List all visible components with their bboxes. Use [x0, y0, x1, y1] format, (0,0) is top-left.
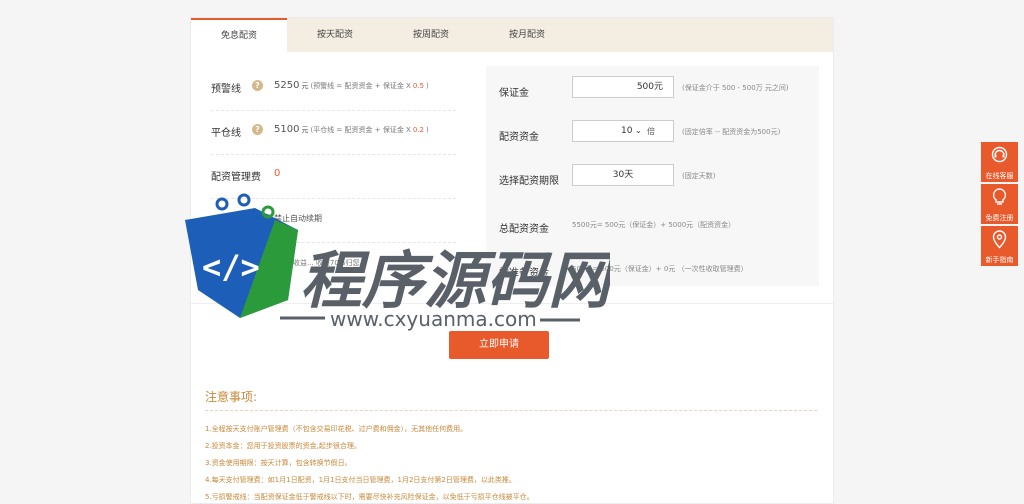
chevron-down-icon: ⌄ — [635, 126, 642, 135]
lightbulb-icon — [992, 188, 1007, 205]
tab-bar: 免息配资 按天配资 按周配资 按月配资 — [191, 18, 833, 52]
auto-renew-row: 禁止自动续期 — [211, 198, 456, 243]
period-row: 选择配资期限 30天 (固定天数) — [496, 164, 816, 194]
profit-note: 中保收益... 收益70%归您。 — [279, 259, 367, 267]
multiple-select[interactable]: 10 ⌄ — [572, 120, 674, 142]
management-fee-value: 0 — [274, 168, 281, 179]
closeout-formula-close: ) — [425, 126, 429, 134]
free-register-button[interactable]: 免费注册 — [981, 184, 1018, 224]
online-service-button[interactable]: 在线客服 — [981, 142, 1018, 182]
note-item: 5.亏损警戒线：当配资保证金低于警戒线以下时，需要尽快补充风险保证金，以免低于亏… — [205, 493, 534, 501]
closeout-line-label: 平仓线 — [211, 128, 241, 139]
warning-line-value: 5250 元 (预警线 = 配资资金 + 保证金 X 0.5) — [274, 80, 429, 91]
multiple-value: 10 — [621, 126, 633, 136]
period-hint: (固定天数) — [682, 172, 716, 180]
margin-hint: (保证金介于 500 - 500万 元之间) — [682, 84, 789, 92]
required-funds-calc: 500元= 500元（保证金）+ 0元 （一次性收取管理费） — [572, 265, 748, 273]
financing-panel: 免息配资 按天配资 按周配资 按月配资 预警线 ? 5250 元 (预警线 = 配资… — [190, 17, 834, 504]
closeout-formula: (平仓线 = 配资资金 + 保证金 X — [310, 126, 411, 134]
tab-weekly[interactable]: 按周配资 — [383, 18, 479, 52]
calculator-panel: 保证金 500元 (保证金介于 500 - 500万 元之间) 配资资金 10 … — [486, 66, 819, 286]
multiple-unit: 倍 — [647, 127, 655, 136]
multiple-label: 配资资金 — [499, 132, 539, 143]
required-funds-row: 需准备资金 500元= 500元（保证金）+ 0元 （一次性收取管理费） — [496, 256, 816, 286]
note-item: 2.投资本金：您用于投资股票的资金,起步很合理。 — [205, 442, 361, 450]
free-register-label: 免费注册 — [985, 214, 1014, 222]
help-icon[interactable]: ? — [252, 124, 263, 135]
notes-title: 注意事项: — [205, 390, 258, 404]
closeout-unit: 元 — [301, 126, 309, 134]
margin-row: 保证金 500元 (保证金介于 500 - 500万 元之间) — [496, 76, 816, 106]
period-input[interactable]: 30天 — [572, 164, 674, 186]
warning-unit: 元 — [301, 82, 309, 90]
total-capital-row: 总配资资金 5500元= 500元（保证金）+ 5000元（配资资金） — [496, 212, 816, 242]
total-capital-label: 总配资资金 — [499, 224, 549, 235]
warning-formula-close: ) — [425, 82, 429, 90]
beginner-guide-button[interactable]: 新手指南 — [981, 226, 1018, 266]
auto-renew-label: 禁止自动续期 — [274, 214, 322, 223]
section-divider — [191, 303, 833, 304]
management-fee-label: 配资管理费 — [211, 172, 261, 183]
warning-ratio: 0.5 — [412, 82, 424, 90]
margin-input[interactable]: 500元 — [572, 76, 674, 98]
note-item: 1.全程按天支付账户管理费（不包含交易印花税、过户费和佣金），无其他任何费用。 — [205, 425, 468, 433]
notes-divider — [205, 410, 817, 411]
multiple-row: 配资资金 10 ⌄ 倍 (固定倍率 -- 配资资金为500元) — [496, 120, 816, 150]
warning-formula: (预警线 = 配资资金 + 保证金 X — [310, 82, 411, 90]
total-capital-calc: 5500元= 500元（保证金）+ 5000元（配资资金） — [572, 221, 736, 229]
closeout-amount: 5100 — [274, 124, 300, 135]
beginner-guide-label: 新手指南 — [985, 256, 1014, 264]
apply-button[interactable]: 立即申请 — [449, 331, 549, 359]
note-item: 4.每天支付管理费：如1月1日配资，1月1日支付当日管理费，1月2日支付第2日管… — [205, 476, 516, 484]
management-fee-row: 配资管理费 0 — [211, 154, 456, 199]
closeout-ratio: 0.2 — [412, 126, 424, 134]
note-item: 3.资金使用期限：按天计算，包含转换节假日。 — [205, 459, 352, 467]
period-label: 选择配资期限 — [499, 176, 559, 187]
online-service-label: 在线客服 — [985, 172, 1014, 180]
tab-daily[interactable]: 按天配资 — [287, 18, 383, 52]
help-icon[interactable]: ? — [252, 80, 263, 91]
warning-amount: 5250 — [274, 80, 300, 91]
tab-interest-free[interactable]: 免息配资 — [191, 18, 287, 52]
location-pin-icon — [992, 230, 1007, 249]
profit-note-row: 中保收益... 收益70%归您。 — [211, 242, 456, 286]
warning-line-label: 预警线 — [211, 84, 241, 95]
headset-icon — [991, 146, 1008, 163]
margin-label: 保证金 — [499, 88, 529, 99]
closeout-line-value: 5100 元 (平仓线 = 配资资金 + 保证金 X 0.2) — [274, 124, 429, 135]
closeout-line-row: 平仓线 ? 5100 元 (平仓线 = 配资资金 + 保证金 X 0.2) — [211, 110, 456, 155]
multiple-hint: (固定倍率 -- 配资资金为500元) — [682, 128, 781, 136]
warning-line-row: 预警线 ? 5250 元 (预警线 = 配资资金 + 保证金 X 0.5) — [211, 66, 456, 111]
tab-monthly[interactable]: 按月配资 — [479, 18, 575, 52]
required-funds-label: 需准备资金 — [499, 268, 549, 279]
auto-renew-checkbox[interactable] — [259, 214, 270, 225]
